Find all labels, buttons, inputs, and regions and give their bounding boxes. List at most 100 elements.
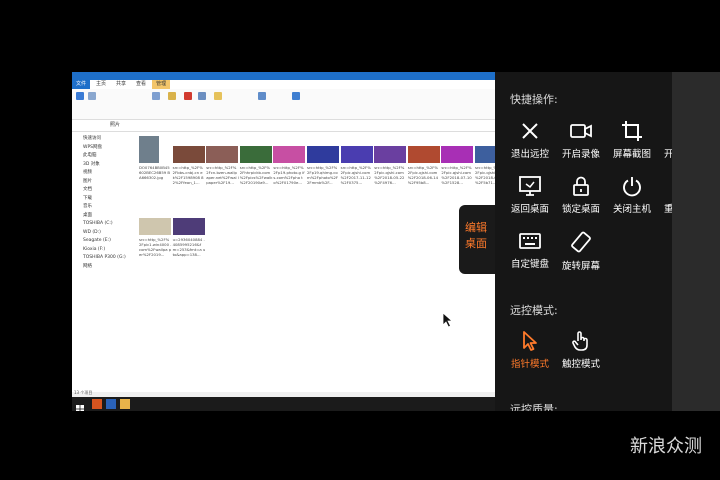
lock-icon — [573, 176, 589, 196]
file-name: src=http_%2F% 2Fp19.photo.g ifs.com%2Fph… — [273, 165, 305, 185]
keyboard-icon — [519, 233, 541, 249]
file-thumbnail[interactable] — [407, 146, 440, 163]
nav-item[interactable]: 音乐 — [72, 203, 134, 212]
navigation-pane: 快速访问 WPS网盘 此电脑 3D 对象 视频 图片 文档 下载 音乐 桌面 T… — [72, 132, 135, 392]
nav-item[interactable]: WPS网盘 — [72, 144, 134, 153]
ribbon-tab-view[interactable]: 查看 — [132, 80, 150, 89]
nav-item[interactable]: Kioxia (F:) — [72, 246, 134, 255]
taskbar-app-icon[interactable] — [92, 399, 102, 409]
touch-hand-icon — [572, 331, 588, 351]
file-thumbnail[interactable] — [172, 146, 205, 163]
mode-label: 指针模式 — [510, 359, 549, 370]
nav-item[interactable]: 快速访问 — [72, 135, 134, 144]
file-thumbnail[interactable] — [239, 146, 272, 163]
lock-desktop-button[interactable]: 锁定桌面 — [555, 175, 607, 215]
file-thumbnail[interactable] — [441, 146, 474, 163]
pointer-icon — [523, 331, 537, 351]
properties-icon[interactable] — [258, 92, 266, 100]
touch-mode-button[interactable]: 触控模式 — [555, 330, 607, 370]
file-thumbnail[interactable] — [307, 146, 339, 163]
nav-item[interactable]: 文档 — [72, 186, 134, 195]
file-name: src=http_%2F% 2Fpic.qjshi.com %2F2017-11… — [340, 165, 371, 185]
custom-keyboard-button[interactable]: 自定键盘 — [504, 230, 556, 270]
nav-item[interactable]: WD (D:) — [72, 229, 134, 238]
taskbar-app-icon[interactable] — [106, 399, 116, 409]
sina-zhongce-watermark: 新浪众测 — [630, 436, 702, 457]
file-thumbnail[interactable] — [206, 146, 239, 163]
status-bar: 13 个项目 — [74, 390, 93, 395]
svg-text:新浪众测: 新浪众测 — [630, 436, 702, 457]
file-thumbnail[interactable] — [475, 146, 495, 163]
file-thumbnail[interactable] — [139, 136, 159, 163]
file-name: src=http_%2F% 2Fp19.qhimg.co m%2Fphoto%2… — [307, 165, 339, 185]
nav-item[interactable]: TOSHIBA (C:) — [72, 220, 134, 229]
move-to-icon[interactable] — [152, 92, 160, 100]
nav-item[interactable]: 视频 — [72, 169, 134, 178]
copy-to-icon[interactable] — [168, 92, 176, 100]
video-camera-icon — [570, 124, 592, 138]
action-label: 重启主机 — [663, 204, 672, 215]
remote-desktop-view[interactable]: 文件 主页 共享 查看 管理 照片 快速访问 WPS网盘 此电脑 3D 对象 视… — [72, 72, 495, 411]
ribbon-tabs: 文件 主页 共享 查看 管理 — [72, 80, 495, 89]
restart-host-button[interactable]: 重启主机 — [657, 175, 672, 215]
taskbar — [72, 397, 495, 411]
power-icon — [623, 177, 641, 197]
ribbon-tab-manage[interactable]: 管理 — [152, 80, 171, 89]
start-button[interactable] — [75, 399, 85, 411]
ribbon-tab-file[interactable]: 文件 — [72, 80, 91, 89]
copy-icon[interactable] — [88, 92, 96, 100]
delete-icon[interactable] — [184, 92, 192, 100]
edit-desktop-tab[interactable]: 编辑桌面 — [459, 205, 495, 274]
mode-section-title: 远控模式: — [510, 304, 558, 317]
file-thumbnail[interactable] — [172, 218, 205, 235]
action-label: 退出远控 — [510, 149, 549, 160]
new-folder-icon[interactable] — [214, 92, 222, 100]
file-name: src=http_%2F% 2Fpic.qjshi.com %2F2018-07… — [441, 165, 472, 185]
rotate-screen-button[interactable]: 旋转屏幕 — [555, 230, 607, 272]
nav-item[interactable]: 网络 — [72, 263, 134, 272]
nav-item[interactable]: 3D 对象 — [72, 161, 134, 170]
action-label: 屏幕截图 — [612, 149, 651, 160]
start-recording-button[interactable]: 开启录像 — [555, 120, 607, 160]
mouse-cursor-icon — [442, 312, 454, 328]
nav-item[interactable]: 桌面 — [72, 212, 134, 221]
quality-section-title: 远控质量: — [510, 403, 558, 411]
background-app-sliver — [672, 72, 720, 411]
file-name: src=http_%2F% 2Fbbs-cnbj.cn ek%2F1598908… — [172, 165, 204, 185]
file-explorer-icon[interactable] — [120, 399, 130, 409]
action-label: 开启录像 — [561, 149, 600, 160]
select-icon[interactable] — [292, 92, 300, 100]
action-label: 关闭主机 — [612, 204, 651, 215]
file-thumbnail[interactable] — [273, 146, 306, 163]
file-thumbnail[interactable] — [340, 146, 373, 163]
close-icon — [522, 123, 538, 139]
address-path: 照片 — [110, 122, 121, 128]
edit-desktop-label: 编辑桌面 — [465, 221, 487, 250]
file-thumbnail[interactable] — [374, 146, 407, 163]
file-thumbnail[interactable] — [139, 218, 171, 235]
nav-item[interactable]: TOSHIBA P300 (G:) — [72, 254, 134, 263]
ribbon-toolbar — [72, 89, 495, 120]
action-label: 旋转屏幕 — [561, 261, 600, 272]
ribbon-tab-home[interactable]: 主页 — [92, 80, 110, 89]
nav-item[interactable]: 此电脑 — [72, 152, 134, 161]
ribbon-tab-share[interactable]: 共享 — [112, 80, 130, 89]
nav-item[interactable]: 图片 — [72, 178, 134, 187]
pointer-mode-button[interactable]: 指针模式 — [504, 330, 556, 370]
exit-remote-button[interactable]: 退出远控 — [504, 120, 556, 160]
file-grid: DO0764BB0B45 602BEC26B59 BA666302.jpg src… — [134, 132, 495, 392]
file-name: src=http_%2F% 2Fhhrpickb.com %2Fpics%2Fw… — [239, 165, 273, 185]
nav-item[interactable]: Seagate (E:) — [72, 237, 134, 246]
screenshot-button[interactable]: 屏幕截图 — [606, 120, 658, 160]
return-desktop-button[interactable]: 返回桌面 — [504, 175, 556, 215]
action-label: 开启声音 — [663, 149, 672, 160]
nav-item[interactable]: 下载 — [72, 195, 134, 204]
shortcuts-section-title: 快捷操作: — [510, 93, 558, 106]
address-bar[interactable]: 照片 — [72, 120, 495, 132]
file-name: src=http_%2F% 2Fcn.bzen-wallp aper.net%2… — [206, 165, 239, 185]
shutdown-host-button[interactable]: 关闭主机 — [606, 175, 658, 215]
enable-sound-button[interactable]: 开启声音 — [657, 120, 672, 160]
file-name: DO0764BB0B45 602BEC26B59 BA666302.jpg — [139, 165, 170, 180]
rename-icon[interactable] — [198, 92, 206, 100]
pin-icon[interactable] — [76, 92, 84, 100]
